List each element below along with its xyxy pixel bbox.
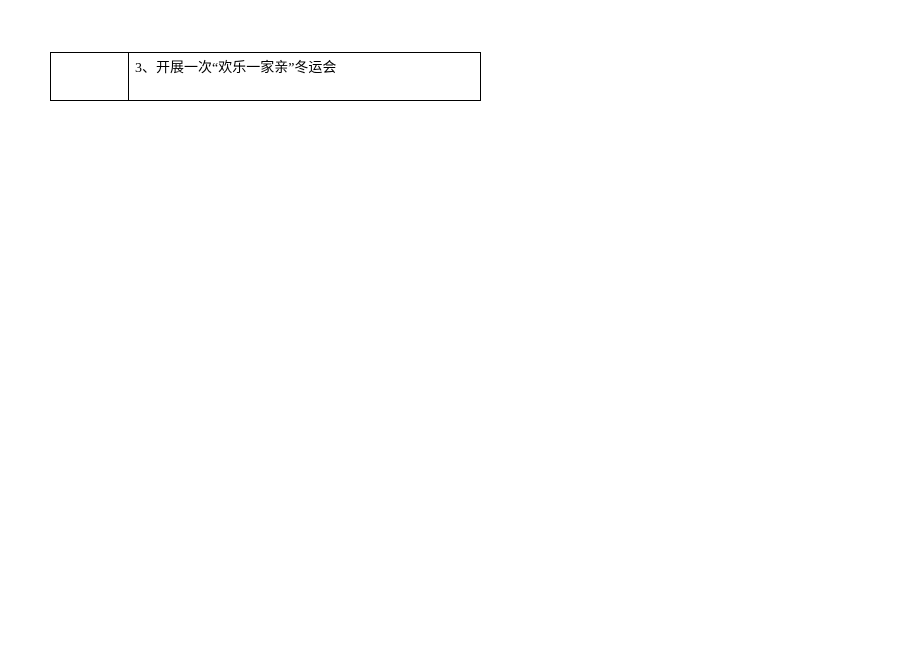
table-cell-right: 3、开展一次“欢乐一家亲”冬运会	[129, 53, 481, 101]
table: 3、开展一次“欢乐一家亲”冬运会	[50, 52, 481, 101]
table-cell-left	[51, 53, 129, 101]
cell-text: 3、开展一次“欢乐一家亲”冬运会	[135, 61, 336, 76]
document-table: 3、开展一次“欢乐一家亲”冬运会	[50, 52, 481, 101]
table-row: 3、开展一次“欢乐一家亲”冬运会	[51, 53, 481, 101]
